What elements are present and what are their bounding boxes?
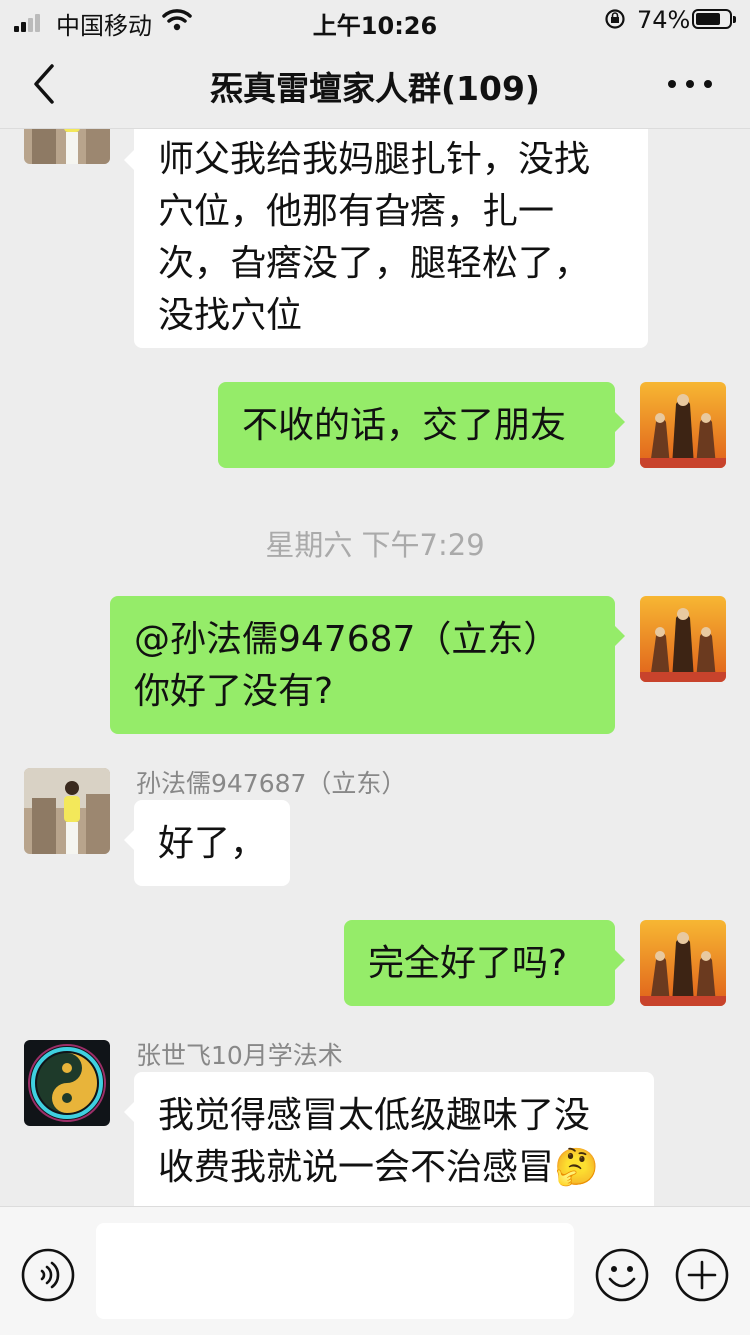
message-bubble[interactable]: 不收的话，交了朋友 (218, 382, 625, 468)
emoji-button[interactable] (594, 1247, 650, 1303)
more-functions-button[interactable] (674, 1247, 730, 1303)
person-photo-avatar[interactable] (24, 128, 110, 164)
status-bar: 中国移动 上午10:26 74% (0, 0, 750, 40)
yin-yang-avatar[interactable] (24, 1040, 110, 1126)
battery-icon (692, 9, 736, 29)
message-list[interactable]: 师父我给我妈腿扎针，没找 穴位，他那有旮瘩，扎一 次，旮瘩没了，腿轻松了， 没找… (0, 128, 750, 1206)
deity-statue-avatar[interactable] (640, 596, 726, 682)
more-options-button[interactable] (664, 68, 716, 98)
message-bubble[interactable]: 我觉得感冒太低级趣味了没 收费我就说一会不治感冒🤔 (124, 1072, 654, 1206)
deity-statue-avatar[interactable] (640, 382, 726, 468)
timestamp-divider: 星期六 下午7:29 (265, 528, 485, 562)
message-bubble[interactable]: 完全好了吗? (344, 920, 625, 1006)
nav-bar: 炁真雷壇家人群(109) (0, 40, 750, 129)
input-bar (0, 1206, 750, 1335)
battery-fill (696, 13, 720, 25)
message-input[interactable] (96, 1223, 574, 1319)
sender-name: 张世飞10月学法术 (136, 1041, 343, 1070)
sender-name: 孙法儒947687（立东） (136, 769, 407, 798)
message-bubble[interactable]: 好了， (124, 800, 290, 886)
deity-statue-avatar[interactable] (640, 920, 726, 1006)
message-bubble[interactable]: 师父我给我妈腿扎针，没找 穴位，他那有旮瘩，扎一 次，旮瘩没了，腿轻松了， 没找… (124, 128, 648, 348)
message-bubble[interactable]: @孙法儒947687（立东） 你好了没有? (110, 596, 625, 734)
voice-input-button[interactable] (20, 1247, 76, 1303)
chat-title: 炁真雷壇家人群(109) (209, 69, 541, 108)
orientation-lock-icon (605, 9, 625, 29)
person-photo-avatar[interactable] (24, 768, 110, 854)
battery-percentage: 74% (637, 6, 691, 34)
